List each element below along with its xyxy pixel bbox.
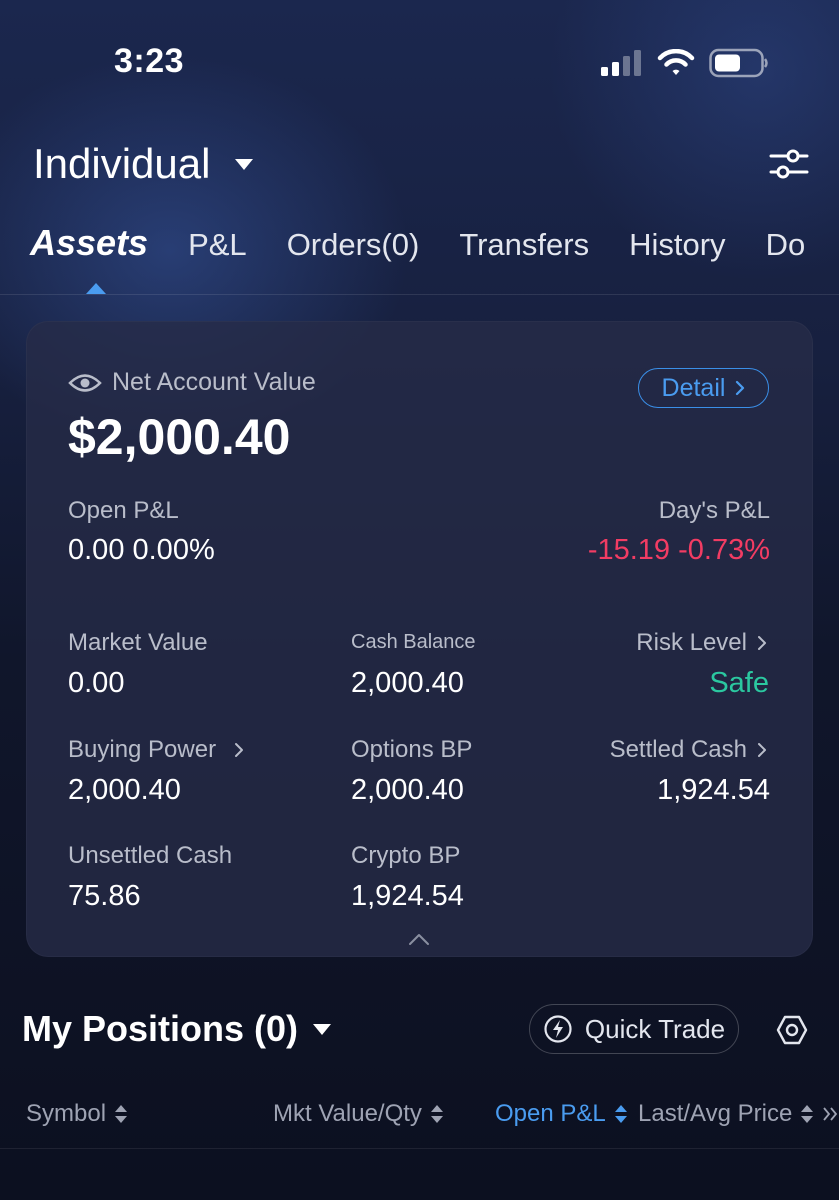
chevron-right-icon bbox=[758, 636, 766, 650]
filter-settings-icon[interactable] bbox=[769, 144, 809, 184]
tab-divider bbox=[0, 294, 839, 295]
unsettled-cash-label: Unsettled Cash bbox=[68, 842, 233, 869]
open-pl-label: Open P&L bbox=[68, 497, 179, 524]
settled-cash-value: 1,924.54 bbox=[657, 774, 770, 806]
settled-cash-link[interactable]: Settled Cash bbox=[610, 736, 767, 764]
sort-icon bbox=[115, 1105, 128, 1123]
column-last-avg-label: Last/Avg Price bbox=[638, 1100, 793, 1127]
eye-icon[interactable] bbox=[68, 372, 102, 394]
column-open-pl[interactable]: Open P&L bbox=[495, 1100, 628, 1128]
open-pl-value: 0.00 0.00% bbox=[68, 534, 215, 566]
chevron-right-icon bbox=[235, 743, 244, 757]
crypto-bp-value: 1,924.54 bbox=[351, 880, 464, 912]
net-account-value: $2,000.40 bbox=[68, 409, 291, 465]
column-divider bbox=[0, 1148, 839, 1149]
risk-level-link[interactable]: Risk Level bbox=[636, 629, 767, 657]
chevron-right-icon bbox=[736, 380, 745, 396]
column-symbol-label: Symbol bbox=[26, 1100, 107, 1127]
sort-icon bbox=[614, 1105, 627, 1123]
positions-title: My Positions (0) bbox=[22, 1008, 299, 1049]
market-value-label: Market Value bbox=[68, 629, 208, 656]
column-mkt-value-label: Mkt Value/Qty bbox=[273, 1100, 422, 1127]
cellular-signal-icon bbox=[601, 50, 641, 76]
crypto-bp-label: Crypto BP bbox=[351, 842, 461, 869]
detail-button[interactable]: Detail bbox=[638, 368, 769, 408]
lightning-icon bbox=[544, 1015, 572, 1043]
column-mkt-value-qty[interactable]: Mkt Value/Qty bbox=[273, 1100, 444, 1128]
net-account-value-label: Net Account Value bbox=[112, 368, 316, 396]
positions-selector[interactable]: My Positions (0) bbox=[22, 1008, 332, 1050]
wifi-icon bbox=[657, 49, 695, 75]
battery-icon bbox=[709, 48, 768, 78]
column-symbol[interactable]: Symbol bbox=[26, 1100, 128, 1128]
market-value: 0.00 bbox=[68, 667, 125, 699]
cash-balance-label: Cash Balance bbox=[351, 631, 476, 653]
risk-level-label: Risk Level bbox=[636, 629, 747, 656]
tab-bar: Assets P&L Orders(0) Transfers History D… bbox=[30, 222, 805, 264]
options-bp-value: 2,000.40 bbox=[351, 774, 464, 806]
column-last-avg-price[interactable]: Last/Avg Price bbox=[638, 1100, 839, 1128]
sort-icon bbox=[801, 1105, 814, 1123]
days-pl-label: Day's P&L bbox=[658, 497, 770, 524]
double-chevron-right-icon[interactable] bbox=[822, 1105, 839, 1123]
tab-documents[interactable]: Do bbox=[766, 227, 806, 263]
settled-cash-label: Settled Cash bbox=[609, 736, 747, 763]
tab-orders[interactable]: Orders(0) bbox=[287, 227, 420, 263]
caret-down-icon bbox=[235, 159, 254, 170]
risk-level-value: Safe bbox=[709, 667, 769, 699]
tab-pl[interactable]: P&L bbox=[188, 227, 247, 263]
tab-assets[interactable]: Assets bbox=[30, 222, 148, 264]
net-account-value-label-row: Net Account Value bbox=[68, 368, 316, 397]
buying-power-value: 2,000.40 bbox=[68, 774, 181, 806]
settings-hexagon-icon[interactable] bbox=[776, 1014, 808, 1046]
account-selector[interactable]: Individual bbox=[33, 140, 254, 188]
collapse-chevron-up-icon[interactable] bbox=[408, 932, 430, 946]
active-tab-indicator bbox=[86, 283, 106, 294]
status-icons bbox=[601, 48, 769, 78]
status-time: 3:23 bbox=[114, 42, 185, 80]
buying-power-link[interactable]: Buying Power bbox=[68, 736, 244, 764]
account-name: Individual bbox=[33, 140, 211, 187]
tab-transfers[interactable]: Transfers bbox=[459, 227, 589, 263]
quick-trade-label: Quick Trade bbox=[584, 1013, 726, 1044]
unsettled-cash-value: 75.86 bbox=[68, 880, 141, 912]
caret-down-icon bbox=[313, 1024, 332, 1035]
cash-balance-value: 2,000.40 bbox=[351, 667, 464, 699]
days-pl-value: -15.19 -0.73% bbox=[587, 534, 770, 566]
column-open-pl-label: Open P&L bbox=[495, 1100, 606, 1127]
sort-icon bbox=[430, 1105, 443, 1123]
buying-power-label: Buying Power bbox=[68, 736, 217, 763]
options-bp-label: Options BP bbox=[351, 736, 473, 763]
detail-button-label: Detail bbox=[661, 373, 726, 402]
tab-history[interactable]: History bbox=[629, 227, 725, 263]
chevron-right-icon bbox=[758, 743, 766, 757]
quick-trade-button[interactable]: Quick Trade bbox=[529, 1004, 739, 1054]
